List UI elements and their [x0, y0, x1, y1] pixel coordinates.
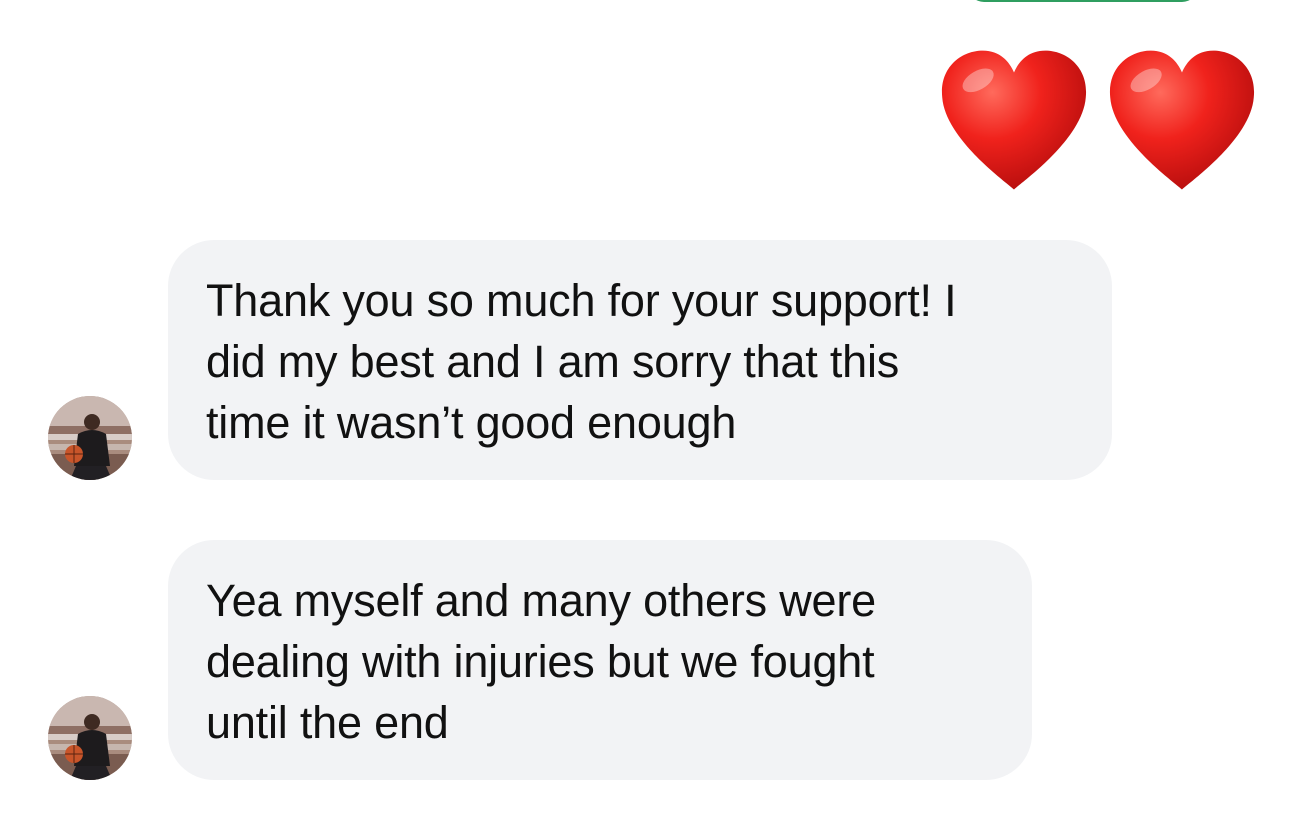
message-text-line: time it wasn’t good enough	[206, 397, 737, 448]
red-heart-icon	[1109, 50, 1255, 190]
message-text-line: did my best and I am sorry that this	[206, 336, 900, 387]
received-message-bubble[interactable]: Thank you so much for your support! I di…	[168, 240, 1112, 480]
message-text-line: dealing with injuries but we fought	[206, 636, 875, 687]
avatar[interactable]	[48, 396, 132, 480]
red-heart-icon	[941, 50, 1087, 190]
sent-emoji-message[interactable]	[936, 46, 1260, 202]
sent-message-bubble[interactable]	[968, 0, 1198, 2]
message-text-line: Thank you so much for your support! I	[206, 275, 957, 326]
message-text-line: until the end	[206, 697, 449, 748]
avatar[interactable]	[48, 696, 132, 780]
received-message-bubble[interactable]: Yea myself and many others were dealing …	[168, 540, 1032, 780]
message-text-line: Yea myself and many others were	[206, 575, 876, 626]
